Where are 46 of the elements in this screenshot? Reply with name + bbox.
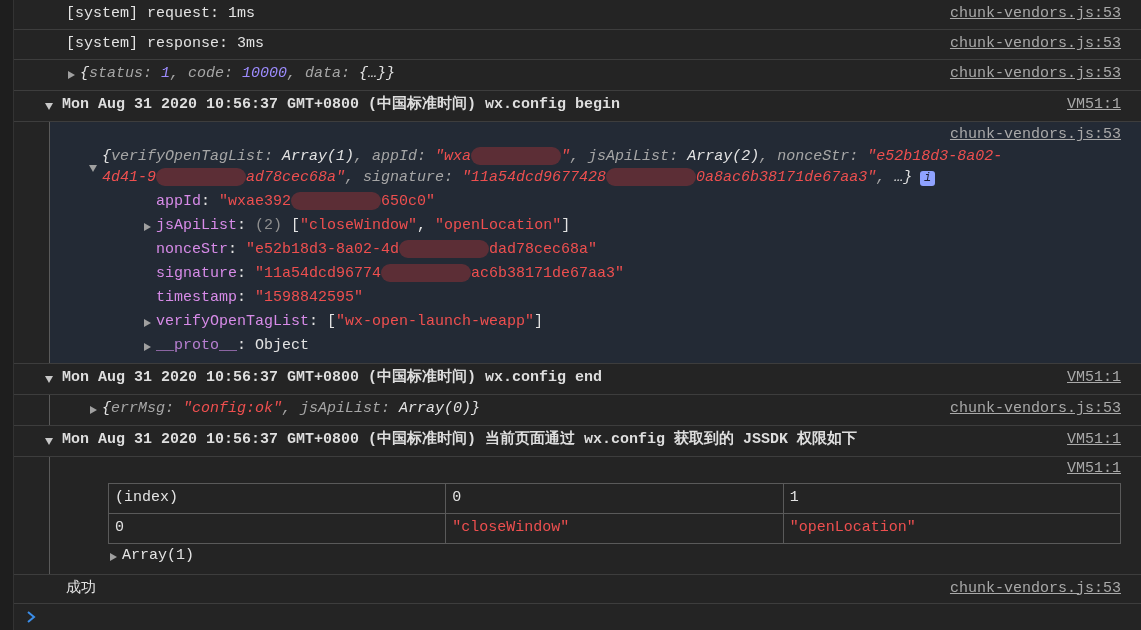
object-property: signature: "11a54dcd96774 ac6b38171de67aa3" [156,263,625,285]
object-preview: {verifyOpenTagList: Array(1), appId: "wxa ", jsApiList: Array(2), nonceStr: "e52b18d3-8a02- [102,145,1003,167]
source-link[interactable]: chunk-vendors.js:53 [949,3,1121,26]
source-link[interactable]: chunk-vendors.js:53 [949,398,1121,421]
object-property: jsApiList: (2) ["closeWindow", "openLocation"] [156,216,571,237]
source-link[interactable]: VM51:1 [1067,458,1121,481]
source-link[interactable]: chunk-vendors.js:53 [949,577,1121,601]
object-preview: {errMsg: "config:ok", jsApiList: Array(0)} [102,399,481,420]
source-link[interactable]: chunk-vendors.js:53 [949,63,1121,86]
disclosure-triangle-icon[interactable] [44,373,54,384]
log-message: [system] response: 3ms [66,33,265,54]
array-preview: Array(1) [122,546,194,567]
disclosure-triangle-icon[interactable] [88,404,98,415]
info-badge[interactable]: i [920,170,936,186]
log-message: [system] request: 1ms [66,4,256,25]
column-header[interactable]: 1 [783,483,1121,513]
source-link[interactable]: chunk-vendors.js:53 [949,32,1121,56]
disclosure-triangle-icon[interactable] [44,435,54,446]
source-link[interactable]: chunk-vendors.js:53 [949,124,1121,147]
object-property: __proto__: Object [156,336,310,357]
source-link[interactable]: VM51:1 [1067,94,1121,117]
table-cell: "closeWindow" [445,513,784,543]
disclosure-triangle-icon[interactable] [142,221,152,232]
group-title[interactable]: Mon Aug 31 2020 10:56:37 GMT+0800 (中国标准时间) wx.config end [62,367,603,390]
object-property: timestamp: "1598842595" [156,288,364,309]
disclosure-triangle-icon[interactable] [142,317,152,328]
group-title[interactable]: Mon Aug 31 2020 10:56:37 GMT+0800 (中国标准时间) 当前页面通过 wx.config 获取到的 JSSDK 权限如下 [62,429,858,452]
disclosure-triangle-icon[interactable] [108,551,118,562]
column-header[interactable]: (index) [108,483,446,513]
object-property: appId: "wxae392 650c0" [156,191,436,213]
column-header[interactable]: 0 [445,483,784,513]
disclosure-triangle-icon[interactable] [66,69,76,80]
source-link[interactable]: VM51:1 [1067,367,1121,390]
log-message: 成功 [66,578,96,599]
group-title[interactable]: Mon Aug 31 2020 10:56:37 GMT+0800 (中国标准时间) wx.config begin [62,94,621,117]
source-link[interactable]: VM51:1 [1067,429,1121,452]
disclosure-triangle-icon[interactable] [88,162,98,173]
table-cell: "openLocation" [783,513,1121,543]
disclosure-triangle-icon[interactable] [44,100,54,111]
prompt-caret-icon [26,611,36,624]
disclosure-triangle-icon[interactable] [142,341,152,352]
object-preview: {status: 1, code: 10000, data: {…}} [80,64,396,85]
object-preview: 4d41-9 ad78cec68a", signature: "11a54dcd9677428 0a8ac6b38171de67aa3", …} [102,166,913,188]
table-cell: 0 [108,513,446,543]
object-property: verifyOpenTagList: ["wx-open-launch-weapp"] [156,312,544,333]
object-property: nonceStr: "e52b18d3-8a02-4d dad78cec68a" [156,239,598,261]
